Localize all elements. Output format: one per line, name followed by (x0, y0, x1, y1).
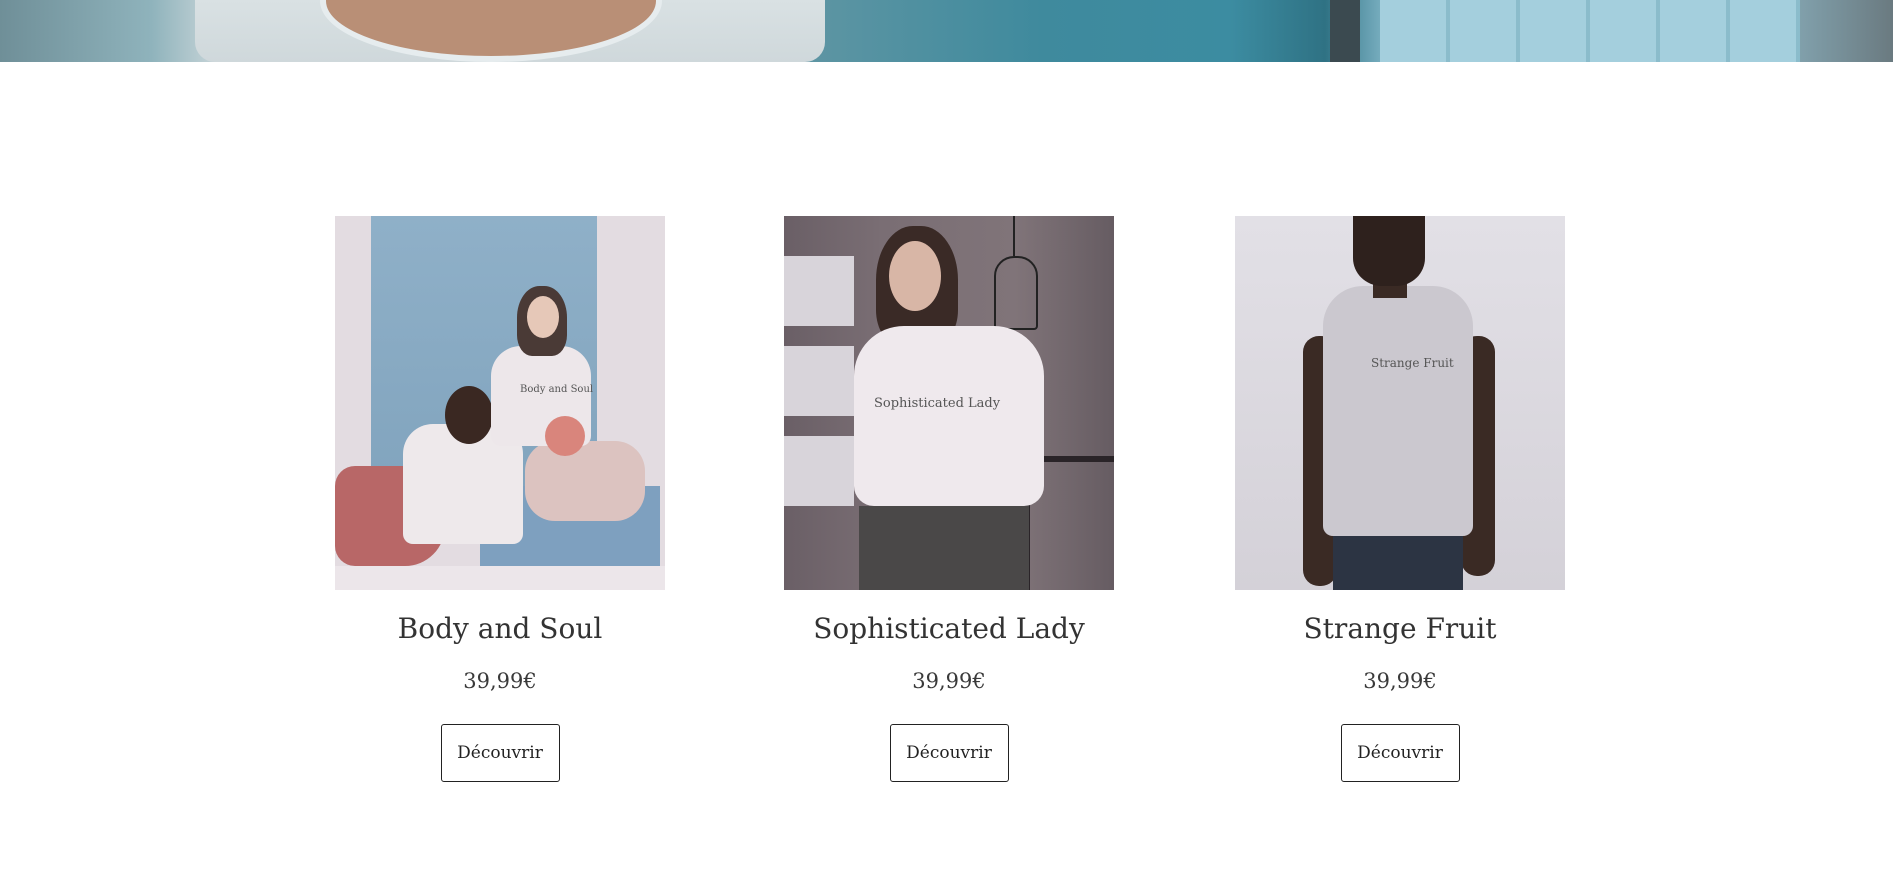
product-image[interactable]: Strange Fruit (1235, 216, 1565, 590)
product-price: 39,99€ (463, 669, 537, 693)
product-price: 39,99€ (912, 669, 986, 693)
product-card-strange-fruit: Strange Fruit Strange Fruit 39,99€ Décou… (1235, 216, 1565, 782)
tee-print-text: Strange Fruit (1371, 356, 1454, 370)
product-card-body-and-soul: Body and Soul Body and Soul 39,99€ Décou… (335, 216, 665, 782)
product-title: Strange Fruit (1303, 612, 1497, 645)
product-card-sophisticated-lady: Sophisticated Lady Sophisticated Lady 39… (784, 216, 1114, 782)
tee-print-text: Sophisticated Lady (874, 396, 1001, 411)
product-image[interactable]: Body and Soul (335, 216, 665, 590)
discover-button[interactable]: Découvrir (440, 724, 560, 782)
tee-print-text: Body and Soul (520, 384, 594, 395)
hero-frame (1330, 0, 1360, 62)
discover-button[interactable]: Découvrir (1340, 724, 1460, 782)
product-title: Sophisticated Lady (813, 612, 1085, 645)
lamp-icon (994, 256, 1038, 330)
hero-banner-image (0, 0, 1893, 62)
hero-tiles (1380, 0, 1800, 62)
product-image[interactable]: Sophisticated Lady (784, 216, 1114, 590)
product-title: Body and Soul (397, 612, 603, 645)
discover-button[interactable]: Découvrir (889, 724, 1009, 782)
product-price: 39,99€ (1363, 669, 1437, 693)
